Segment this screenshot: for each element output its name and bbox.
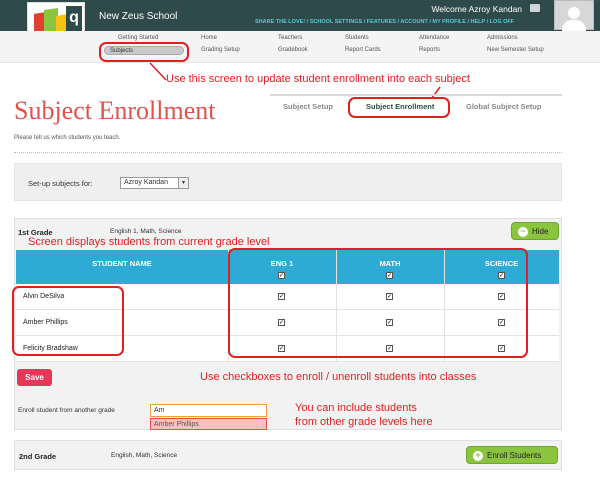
enroll-student-input[interactable]: Am <box>150 404 267 417</box>
page-title: Subject Enrollment <box>14 96 216 125</box>
teacher-select[interactable]: Azroy Kandan ▾ <box>120 177 189 189</box>
grade-subjects: English, Math, Science <box>111 452 178 459</box>
annotation-box-names <box>12 286 124 356</box>
annotation-include-2: from other grade levels here <box>295 416 433 428</box>
tab-global-subject-setup[interactable]: Global Subject Setup <box>466 102 541 111</box>
annotation-box-checkboxes <box>228 248 528 358</box>
chevron-down-icon[interactable]: ▾ <box>178 178 188 188</box>
enroll-students-button[interactable]: + Enroll Students <box>466 446 558 464</box>
minus-icon: − <box>518 227 528 237</box>
tab-underline <box>270 94 562 96</box>
save-button[interactable]: Save <box>17 369 52 386</box>
teacher-select-value: Azroy Kandan <box>124 179 168 186</box>
divider <box>14 152 562 153</box>
autocomplete-suggestion[interactable]: Amber Phillips <box>150 418 267 430</box>
hide-button[interactable]: − Hide <box>511 222 559 240</box>
annotation-box-tab <box>348 97 450 118</box>
page-subtitle: Please tell us which students you teach. <box>14 135 121 141</box>
enroll-other-grade-label: Enroll student from another grade <box>18 407 115 414</box>
grade-name: 2nd Grade <box>19 452 57 461</box>
grade-subjects: English 1, Math, Science <box>110 228 182 235</box>
col-student-name: STUDENT NAME <box>92 259 152 268</box>
setup-panel: Set-up subjects for: Azroy Kandan ▾ <box>14 163 562 201</box>
plus-icon: + <box>473 451 483 461</box>
annotation-include-1: You can include students <box>295 402 417 414</box>
annotation-grade-level: Screen displays students from current gr… <box>28 236 270 248</box>
setup-label: Set-up subjects for: <box>28 179 93 188</box>
tab-subject-setup[interactable]: Subject Setup <box>283 102 333 111</box>
annotation-checkboxes: Use checkboxes to enroll / unenroll stud… <box>200 371 477 383</box>
